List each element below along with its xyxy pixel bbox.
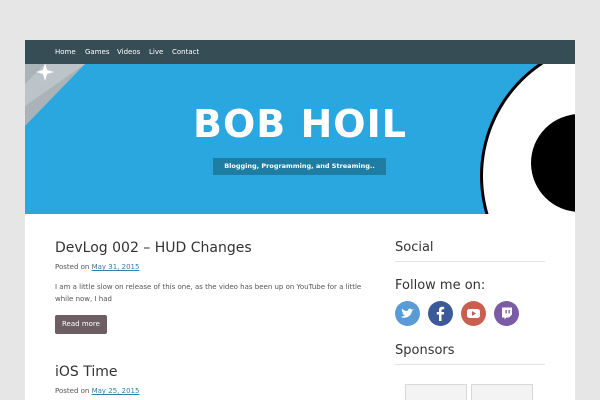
nav-item-videos[interactable]: Videos xyxy=(117,40,140,64)
sponsor-slot[interactable] xyxy=(405,384,467,400)
post-item: iOS Time Posted on May 25, 2015 xyxy=(55,364,375,395)
twitch-icon[interactable] xyxy=(494,301,520,326)
posted-on-label: Posted on xyxy=(55,387,90,395)
social-icons xyxy=(395,301,545,327)
main-content: DevLog 002 – HUD Changes Posted on May 3… xyxy=(55,240,375,395)
site-tagline: Blogging, Programming, and Streaming.. xyxy=(213,158,386,175)
top-nav: Home Games Videos Live Contact xyxy=(25,40,575,64)
nav-item-live[interactable]: Live xyxy=(149,40,163,64)
post-title[interactable]: iOS Time xyxy=(55,364,375,380)
youtube-icon[interactable] xyxy=(461,301,487,326)
post-meta: Posted on May 31, 2015 xyxy=(55,263,375,271)
header-banner: BOB HOIL Blogging, Programming, and Stre… xyxy=(25,64,575,214)
page: Home Games Videos Live Contact BOB HOIL … xyxy=(25,40,575,400)
nav-item-games[interactable]: Games xyxy=(85,40,110,64)
post-meta: Posted on May 25, 2015 xyxy=(55,387,375,395)
posted-on-label: Posted on xyxy=(55,263,90,271)
post-excerpt: I am a little slow on release of this on… xyxy=(55,283,362,303)
post-item: DevLog 002 – HUD Changes Posted on May 3… xyxy=(55,240,375,334)
site-title[interactable]: BOB HOIL xyxy=(25,102,575,146)
follow-label: Follow me on: xyxy=(395,278,486,293)
sidebar: Social Follow me on: Sponsors xyxy=(395,240,545,365)
sponsors-widget-title: Sponsors xyxy=(395,343,545,365)
post-date-link[interactable]: May 31, 2015 xyxy=(92,263,140,271)
sponsor-slot[interactable] xyxy=(471,384,533,400)
read-more-button[interactable]: Read more xyxy=(55,315,107,334)
twitter-icon[interactable] xyxy=(395,301,420,326)
post-title[interactable]: DevLog 002 – HUD Changes xyxy=(55,240,375,256)
nav-item-home[interactable]: Home xyxy=(55,40,76,64)
nav-item-contact[interactable]: Contact xyxy=(172,40,199,64)
facebook-icon[interactable] xyxy=(428,301,454,326)
social-widget-title: Social xyxy=(395,240,545,262)
post-date-link[interactable]: May 25, 2015 xyxy=(92,387,140,395)
